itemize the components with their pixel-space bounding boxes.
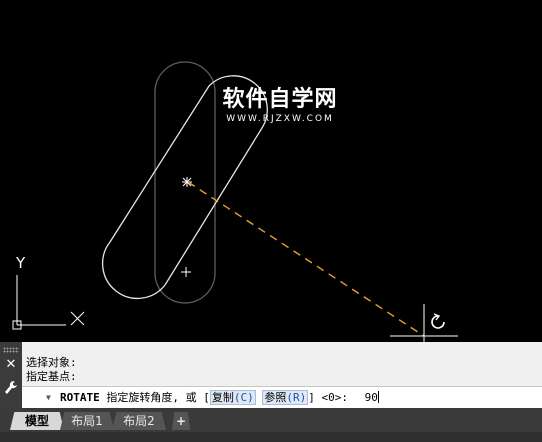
command-prompt: ROTATE 指定旋转角度, 或 [复制(C) 参照(R)] <0>: 90 (60, 390, 379, 405)
command-line-panel: ✕ 选择对象: 指定基点: ▼ ROTATE 指定旋转角度, 或 [复制(C) … (0, 342, 542, 408)
drawing-canvas[interactable]: 软件自学网 WWW.RJZXW.COM Y (0, 0, 542, 342)
close-icon[interactable]: ✕ (4, 358, 18, 372)
command-input[interactable]: ▼ ROTATE 指定旋转角度, 或 [复制(C) 参照(R)] <0>: 90 (22, 386, 542, 408)
command-history-line: 指定基点: (26, 370, 77, 383)
option-reference-key: (R) (286, 391, 307, 404)
drawing-svg[interactable] (0, 0, 542, 342)
grip-handle-icon[interactable] (3, 347, 19, 353)
command-prompt-suffix: ] <0>: (308, 391, 348, 404)
command-keyword: ROTATE (60, 391, 100, 404)
rotate-cursor-icon (428, 312, 450, 334)
watermark-chinese: 软件自学网 (222, 87, 338, 112)
watermark-url: WWW.RJZXW.COM (226, 114, 334, 124)
option-copy-key: (C) (233, 391, 254, 404)
command-input-value[interactable]: 90 (365, 391, 378, 405)
add-layout-button[interactable]: + (172, 412, 190, 430)
base-point-marker (182, 177, 192, 187)
tab-layout2[interactable]: 布局2 (112, 412, 166, 430)
ucs-y-label: Y (16, 254, 26, 272)
command-prompt-text: 指定旋转角度, 或 [ (106, 391, 210, 404)
wrench-icon[interactable] (4, 380, 18, 396)
text-caret (377, 391, 379, 403)
command-history-line: 选择对象: (26, 356, 77, 369)
layout-tabs-bar: 模型 布局1 布局2 + (0, 408, 542, 442)
watermark: 软件自学网 WWW.RJZXW.COM (205, 88, 355, 125)
option-copy-button[interactable]: 复制(C) (209, 390, 256, 405)
command-line-sidebar: ✕ (0, 342, 22, 408)
center-plus-marker (181, 267, 191, 277)
option-reference-button[interactable]: 参照(R) (262, 390, 309, 405)
option-reference-label: 参照 (264, 391, 287, 404)
ucs-icon (12, 275, 85, 330)
tab-layout1[interactable]: 布局1 (60, 412, 114, 430)
chevron-down-icon[interactable]: ▼ (46, 393, 51, 402)
option-copy-label: 复制 (211, 391, 234, 404)
tab-model[interactable]: 模型 (10, 412, 64, 430)
tabs-bottom-strip (0, 432, 542, 442)
rotation-rubberband-line (187, 181, 425, 337)
